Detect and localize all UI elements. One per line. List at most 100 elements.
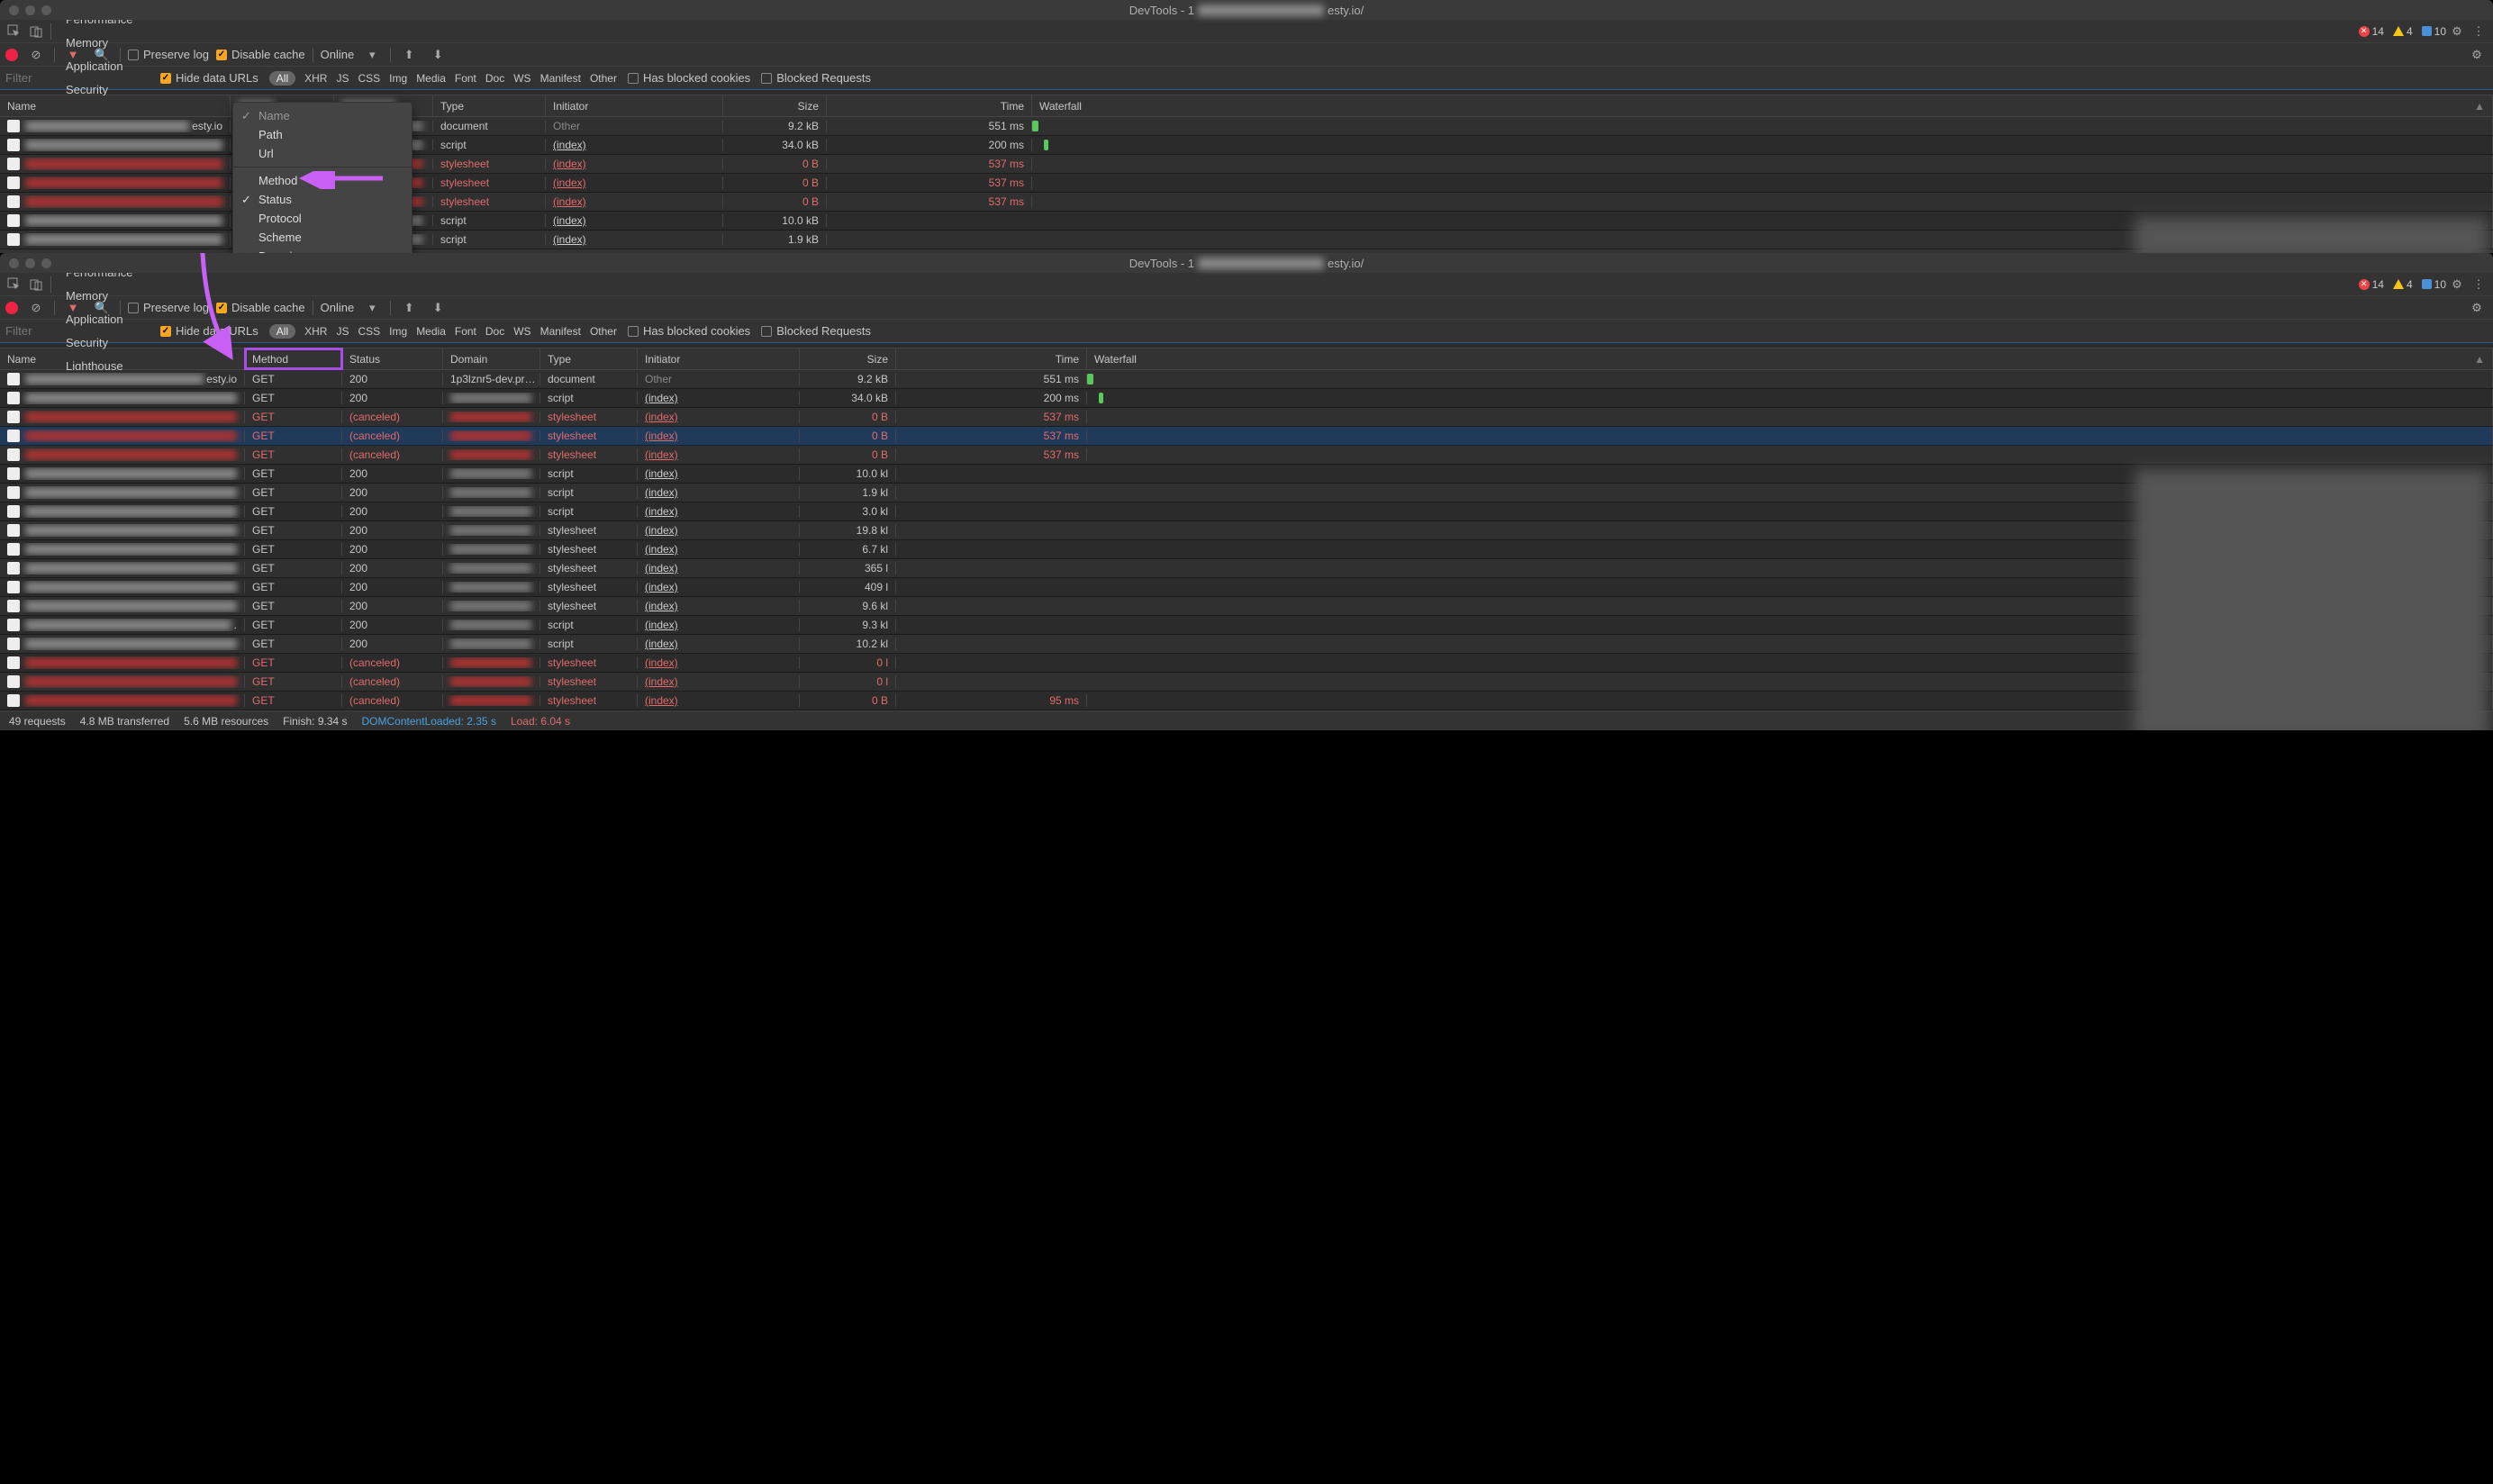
menu-item-protocol[interactable]: Protocol — [233, 209, 412, 228]
warnings-badge[interactable]: 4 — [2393, 25, 2413, 38]
filter-type-xhr[interactable]: XHR — [304, 72, 327, 85]
blocked-cookies-checkbox[interactable]: Has blocked cookies — [628, 71, 750, 85]
col-size[interactable]: Size — [800, 348, 896, 369]
col-type[interactable]: Type — [433, 95, 546, 116]
filter-type-doc[interactable]: Doc — [485, 325, 504, 338]
table-row[interactable]: GET(canceled)stylesheet(index)0 l — [0, 654, 2493, 673]
filter-input[interactable] — [5, 71, 150, 85]
throttling-select[interactable]: Online — [321, 48, 355, 61]
throttling-chevron-icon[interactable]: ▾ — [361, 44, 383, 66]
window-minimize-light[interactable] — [25, 258, 35, 268]
window-close-light[interactable] — [9, 5, 19, 15]
window-zoom-light[interactable] — [41, 258, 51, 268]
gear-icon[interactable]: ⚙ — [2446, 21, 2468, 42]
more-icon[interactable]: ⋮ — [2468, 274, 2489, 295]
inspect-element-icon[interactable] — [4, 21, 25, 42]
preserve-log-checkbox[interactable]: Preserve log — [128, 48, 209, 61]
download-har-icon[interactable]: ⬇ — [427, 44, 449, 66]
col-method[interactable]: Method — [245, 348, 342, 369]
filter-input[interactable] — [5, 324, 150, 338]
record-button[interactable] — [5, 49, 18, 61]
device-toolbar-icon[interactable] — [25, 21, 47, 42]
filter-type-img[interactable]: Img — [389, 72, 407, 85]
filter-type-css[interactable]: CSS — [358, 72, 380, 85]
filter-type-other[interactable]: Other — [590, 72, 617, 85]
gear-icon[interactable]: ⚙ — [2466, 297, 2488, 319]
gear-icon[interactable]: ⚙ — [2466, 44, 2488, 66]
table-row[interactable]: GET(canceled)stylesheet(index)0 l — [0, 673, 2493, 692]
more-icon[interactable]: ⋮ — [2468, 21, 2489, 42]
search-icon[interactable]: 🔍 — [91, 297, 113, 319]
info-badge[interactable]: 10 — [2422, 278, 2446, 291]
filter-type-media[interactable]: Media — [416, 325, 446, 338]
table-row[interactable]: GET200script(index)34.0 kB200 ms — [0, 389, 2493, 408]
filter-type-all[interactable]: All — [269, 71, 295, 86]
filter-type-media[interactable]: Media — [416, 72, 446, 85]
col-waterfall[interactable]: Waterfall▲ — [1032, 95, 2493, 116]
menu-item-path[interactable]: Path — [233, 125, 412, 144]
filter-icon[interactable]: ▼ — [62, 297, 84, 319]
filter-icon[interactable]: ▼ — [62, 44, 84, 66]
filter-type-ws[interactable]: WS — [513, 72, 530, 85]
filter-type-xhr[interactable]: XHR — [304, 325, 327, 338]
table-row[interactable]: GET200script(index)3.0 kl — [0, 502, 2493, 521]
disable-cache-checkbox[interactable]: Disable cache — [216, 301, 305, 314]
upload-har-icon[interactable]: ⬆ — [398, 44, 420, 66]
filter-type-font[interactable]: Font — [455, 72, 476, 85]
gear-icon[interactable]: ⚙ — [2446, 274, 2468, 295]
window-close-light[interactable] — [9, 258, 19, 268]
col-domain[interactable]: Domain — [443, 348, 540, 369]
col-type[interactable]: Type — [540, 348, 638, 369]
table-row[interactable]: GET200stylesheet(index)19.8 kl — [0, 521, 2493, 540]
col-time[interactable]: Time — [896, 348, 1087, 369]
col-waterfall[interactable]: Waterfall▲ — [1087, 348, 2493, 369]
table-row[interactable]: GET(canceled)stylesheet(index)0 B537 ms — [0, 408, 2493, 427]
filter-type-img[interactable]: Img — [389, 325, 407, 338]
menu-item-domain[interactable]: ✓Domain — [233, 247, 412, 253]
inspect-element-icon[interactable] — [4, 274, 25, 295]
preserve-log-checkbox[interactable]: Preserve log — [128, 301, 209, 314]
blocked-requests-checkbox[interactable]: Blocked Requests — [761, 324, 871, 338]
col-initiator[interactable]: Initiator — [638, 348, 800, 369]
menu-item-url[interactable]: Url — [233, 144, 412, 163]
window-zoom-light[interactable] — [41, 5, 51, 15]
menu-item-scheme[interactable]: Scheme — [233, 228, 412, 247]
filter-type-ws[interactable]: WS — [513, 325, 530, 338]
clear-icon[interactable]: ⊘ — [25, 44, 47, 66]
download-har-icon[interactable]: ⬇ — [427, 297, 449, 319]
table-row[interactable]: GET200script(index)10.0 kl — [0, 465, 2493, 484]
errors-badge[interactable]: ✕14 — [2359, 25, 2384, 38]
search-icon[interactable]: 🔍 — [91, 44, 113, 66]
table-row[interactable]: GET200stylesheet(index)365 l — [0, 559, 2493, 578]
table-row[interactable]: GET200stylesheet(index)409 l — [0, 578, 2493, 597]
table-row[interactable]: esty.ioGET2001p3lznr5-dev.pr…documentOth… — [0, 370, 2493, 389]
filter-type-css[interactable]: CSS — [358, 325, 380, 338]
menu-item-status[interactable]: ✓Status — [233, 190, 412, 209]
upload-har-icon[interactable]: ⬆ — [398, 297, 420, 319]
table-row[interactable]: GET(canceled)stylesheet(index)0 B537 ms — [0, 427, 2493, 446]
hide-data-urls-checkbox[interactable]: Hide data URLs — [160, 324, 258, 338]
table-row[interactable]: GET200stylesheet(index)6.7 kl — [0, 540, 2493, 559]
menu-item-name[interactable]: ✓Name — [233, 106, 412, 125]
col-initiator[interactable]: Initiator — [546, 95, 723, 116]
blocked-cookies-checkbox[interactable]: Has blocked cookies — [628, 324, 750, 338]
record-button[interactable] — [5, 302, 18, 314]
col-status[interactable]: Status — [342, 348, 443, 369]
menu-item-method[interactable]: Method — [233, 171, 412, 190]
throttling-select[interactable]: Online — [321, 301, 355, 314]
info-badge[interactable]: 10 — [2422, 25, 2446, 38]
warnings-badge[interactable]: 4 — [2393, 278, 2413, 291]
table-row[interactable]: GET200script(index)1.9 kl — [0, 484, 2493, 502]
hide-data-urls-checkbox[interactable]: Hide data URLs — [160, 71, 258, 85]
filter-type-js[interactable]: JS — [336, 72, 349, 85]
blocked-requests-checkbox[interactable]: Blocked Requests — [761, 71, 871, 85]
filter-type-js[interactable]: JS — [336, 325, 349, 338]
filter-type-doc[interactable]: Doc — [485, 72, 504, 85]
filter-type-all[interactable]: All — [269, 324, 295, 339]
col-time[interactable]: Time — [827, 95, 1032, 116]
filter-type-other[interactable]: Other — [590, 325, 617, 338]
col-size[interactable]: Size — [723, 95, 827, 116]
table-row[interactable]: GET(canceled)stylesheet(index)0 B537 ms — [0, 446, 2493, 465]
disable-cache-checkbox[interactable]: Disable cache — [216, 48, 305, 61]
filter-type-manifest[interactable]: Manifest — [540, 325, 581, 338]
